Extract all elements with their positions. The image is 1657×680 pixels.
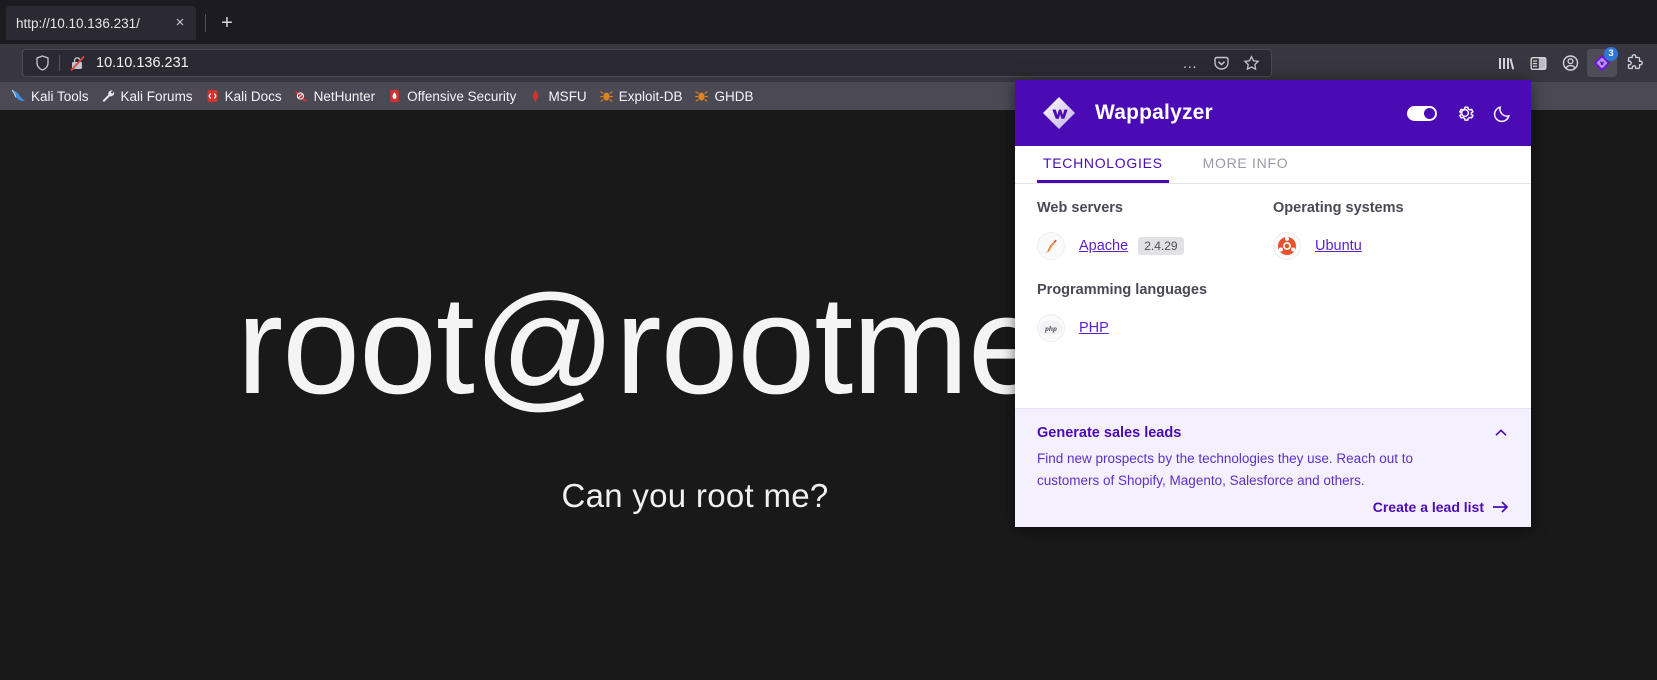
category-title: Operating systems [1273, 200, 1404, 216]
moon-icon[interactable] [1493, 103, 1513, 123]
promo-title: Generate sales leads [1037, 425, 1182, 441]
page-actions-icon[interactable]: … [1177, 50, 1205, 76]
php-icon: php [1037, 314, 1065, 342]
create-lead-list-button[interactable]: Create a lead list [1373, 499, 1509, 515]
wappalyzer-tabs: TECHNOLOGIES MORE INFO [1015, 146, 1531, 184]
save-to-pocket-icon[interactable] [1207, 50, 1235, 76]
bookmark-label: GHDB [714, 88, 754, 104]
promo-cta-label: Create a lead list [1372, 499, 1484, 515]
account-icon[interactable] [1555, 49, 1585, 77]
wrench-icon [100, 88, 117, 104]
category-title: Programming languages [1037, 282, 1208, 298]
wappalyzer-promo: Generate sales leads Find new prospects … [1015, 408, 1531, 527]
bookmark-kali-tools[interactable]: Kali Tools [6, 85, 96, 107]
bookmark-label: Exploit-DB [618, 88, 683, 104]
bookmark-nethunter[interactable]: NetHunter [289, 85, 383, 107]
kali-docs-icon [204, 88, 221, 104]
offsec-icon [386, 88, 403, 104]
bookmark-msfu[interactable]: MSFU [523, 85, 593, 107]
arrow-right-icon [1493, 501, 1509, 513]
extensions-puzzle-icon[interactable] [1619, 49, 1649, 77]
technology-version: 2.4.29 [1138, 237, 1184, 255]
bookmark-offensive-security[interactable]: Offensive Security [382, 85, 523, 107]
navigation-toolbar: 10.10.136.231 … 3 [0, 44, 1657, 82]
wappalyzer-extension-icon[interactable]: 3 [1587, 47, 1618, 77]
bookmark-label: MSFU [548, 88, 587, 104]
tab-more-info[interactable]: MORE INFO [1197, 146, 1295, 183]
bookmark-label: Kali Tools [31, 88, 89, 104]
promo-description: Find new prospects by the technologies t… [1037, 451, 1413, 489]
technology-row: php PHP [1037, 310, 1273, 346]
apache-feather-icon [1037, 232, 1065, 260]
urlbar-divider [59, 55, 60, 71]
bookmark-label: Kali Docs [224, 88, 282, 104]
url-text[interactable]: 10.10.136.231 [90, 55, 1177, 71]
technology-row: Ubuntu [1273, 228, 1509, 264]
wappalyzer-technologies: Web servers Apache 2.4.29 Operating syst… [1015, 184, 1531, 408]
category-operating-systems: Operating systems Ubuntu [1273, 200, 1509, 280]
bookmark-label: Offensive Security [407, 88, 517, 104]
wappalyzer-diamond-logo [1037, 91, 1081, 135]
bookmark-kali-forums[interactable]: Kali Forums [96, 85, 200, 107]
library-icon[interactable] [1491, 49, 1521, 77]
insecure-connection-icon[interactable] [64, 50, 90, 76]
bookmark-kali-docs[interactable]: Kali Docs [200, 85, 289, 107]
technology-link[interactable]: PHP [1079, 320, 1109, 336]
bookmark-ghdb[interactable]: GHDB [689, 85, 760, 107]
tab-technologies[interactable]: TECHNOLOGIES [1037, 146, 1169, 183]
browser-tab[interactable]: http://10.10.136.231/ × [6, 6, 196, 40]
close-icon[interactable]: × [170, 13, 190, 33]
page-subtitle: Can you root me? [561, 477, 829, 514]
bookmark-exploit-db[interactable]: Exploit-DB [594, 85, 690, 107]
browser-window: Hackit - Home - Mozilla Firefox http://1… [0, 0, 1657, 680]
url-bar[interactable]: 10.10.136.231 … [22, 49, 1272, 77]
bookmark-label: Kali Forums [120, 88, 193, 104]
category-web-servers: Web servers Apache 2.4.29 [1037, 200, 1273, 280]
wappalyzer-brand-name: Wappalyzer [1095, 101, 1213, 124]
category-programming-languages: Programming languages php PHP [1037, 282, 1273, 362]
technology-link[interactable]: Ubuntu [1315, 238, 1362, 254]
ghdb-icon [693, 88, 710, 104]
wappalyzer-popup: Wappalyzer TECHNOLOGIES MORE INFO Web se… [1015, 80, 1531, 527]
toolbar-buttons: 3 [1491, 47, 1649, 77]
sidebar-icon[interactable] [1523, 49, 1553, 77]
power-toggle[interactable] [1407, 105, 1437, 121]
ubuntu-circle-icon [1273, 232, 1301, 260]
exploitdb-icon [598, 88, 615, 104]
tab-title: http://10.10.136.231/ [16, 15, 140, 31]
tracking-protection-shield-icon[interactable] [29, 50, 55, 76]
kali-dragon-icon [10, 88, 27, 104]
bookmark-label: NetHunter [313, 88, 376, 104]
chevron-up-icon[interactable] [1493, 425, 1509, 441]
tab-strip: http://10.10.136.231/ × + [0, 0, 1657, 44]
technology-row: Apache 2.4.29 [1037, 228, 1273, 264]
wappalyzer-header-actions [1407, 103, 1513, 123]
gear-icon[interactable] [1455, 103, 1475, 123]
category-title: Web servers [1037, 200, 1123, 216]
nethunter-icon [293, 88, 310, 104]
svg-text:php: php [1044, 324, 1057, 333]
wappalyzer-header: Wappalyzer [1015, 80, 1531, 146]
tab-separator [205, 14, 206, 32]
new-tab-button[interactable]: + [215, 13, 239, 35]
extension-badge-count: 3 [1604, 47, 1618, 61]
bookmark-star-icon[interactable] [1237, 50, 1265, 76]
technology-link[interactable]: Apache [1079, 238, 1128, 254]
metasploit-icon [527, 88, 544, 104]
